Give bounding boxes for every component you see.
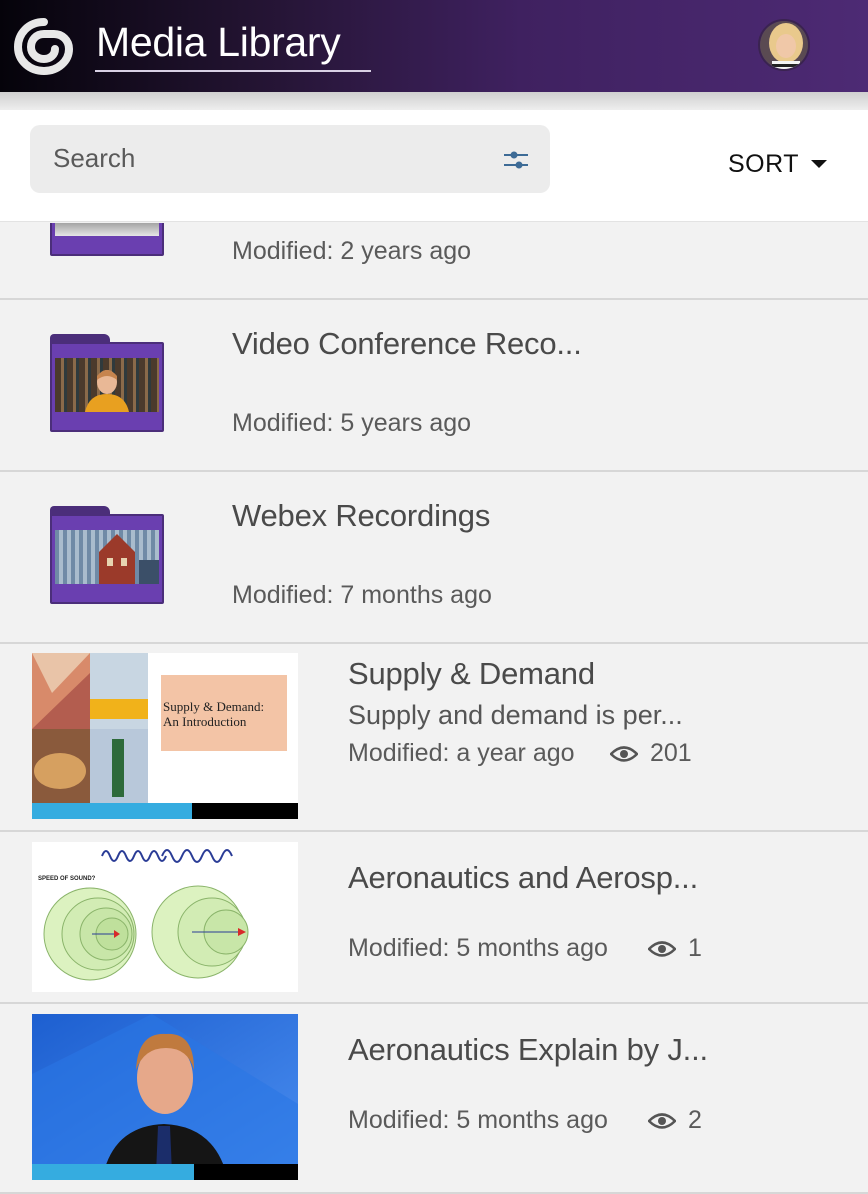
search-box[interactable] (30, 125, 550, 193)
sort-button[interactable]: SORT (728, 148, 827, 180)
modified-date: Modified: 5 months ago (348, 1106, 608, 1134)
modified-date: Modified: 5 years ago (232, 409, 472, 437)
item-title[interactable]: Aeronautics and Aerosp... (348, 860, 698, 896)
chevron-down-icon (811, 160, 827, 168)
title-underline (95, 70, 371, 72)
item-title[interactable]: Supply & Demand (348, 656, 595, 692)
modified-date: Modified: a year ago (348, 739, 575, 767)
item-description: Supply and demand is per... (348, 700, 683, 730)
view-count: 201 (610, 739, 692, 768)
thumb-text-line2: An Introduction (163, 714, 247, 729)
list-item-video[interactable]: SPEED OF SOUND? Aeronautics and Aerosp..… (0, 832, 868, 1004)
folder-thumbnail (50, 506, 164, 604)
list-item-video[interactable]: Supply & Demand: An Introduction Supply … (0, 644, 868, 832)
list-item-video[interactable]: Aeronautics Explain by J... Modified: 5 … (0, 1004, 868, 1194)
list-item-folder[interactable]: Modified: 2 years ago (0, 223, 868, 300)
sort-label: SORT (728, 149, 799, 178)
modified-date: Modified: 7 months ago (232, 581, 492, 609)
thumb-caption: SPEED OF SOUND? (38, 876, 96, 882)
modified-date: Modified: 2 years ago (232, 237, 472, 265)
folder-thumbnail (50, 334, 164, 432)
eye-icon (648, 940, 676, 957)
item-title[interactable]: Aeronautics Explain by J... (348, 1032, 708, 1068)
eye-icon (610, 745, 638, 762)
header-shadow (0, 92, 868, 110)
item-title[interactable]: Webex Recordings (232, 498, 490, 534)
list-item-folder[interactable]: Webex Recordings Modified: 7 months ago (0, 472, 868, 644)
search-panel: SORT (0, 110, 868, 222)
progress-fill (32, 1164, 195, 1180)
view-count-value: 2 (688, 1106, 702, 1134)
modified-date: Modified: 5 months ago (348, 934, 608, 962)
app-header: Media Library (0, 0, 868, 92)
progress-fill (32, 803, 192, 819)
view-count-value: 201 (650, 739, 692, 767)
view-count-value: 1 (688, 934, 702, 962)
thumb-text-line1: Supply & Demand: (163, 699, 264, 714)
video-call-image (55, 358, 159, 412)
video-thumbnail[interactable]: SPEED OF SOUND? (32, 842, 298, 992)
video-thumbnail[interactable]: Supply & Demand: An Introduction (32, 653, 298, 819)
eye-icon (648, 1112, 676, 1129)
watch-progress-bar (32, 1164, 298, 1180)
media-list: Modified: 2 years ago Video Conference R… (0, 223, 868, 1194)
app-title[interactable]: Media Library (96, 18, 341, 66)
video-thumbnail[interactable] (32, 1014, 298, 1180)
building-image (55, 530, 159, 584)
watch-progress-bar (32, 803, 298, 819)
list-item-folder[interactable]: Video Conference Reco... Modified: 5 yea… (0, 300, 868, 472)
search-input[interactable] (53, 139, 473, 177)
spiral-logo-icon[interactable] (12, 16, 76, 76)
folder-thumbnail (50, 223, 164, 256)
filter-sliders-icon[interactable] (502, 147, 530, 173)
view-count: 2 (648, 1106, 702, 1135)
user-avatar[interactable] (758, 19, 810, 71)
view-count: 1 (648, 934, 702, 963)
item-title[interactable]: Video Conference Reco... (232, 326, 582, 362)
